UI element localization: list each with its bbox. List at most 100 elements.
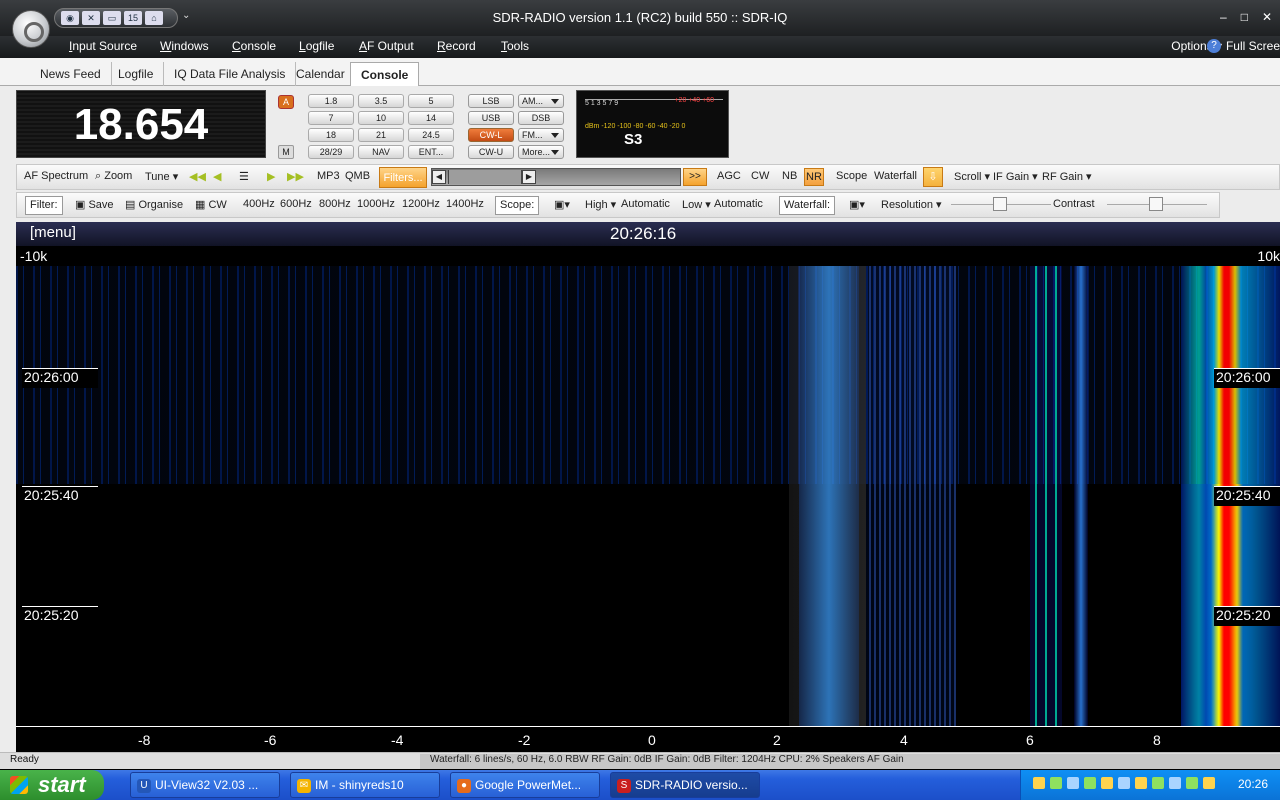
tray-icon[interactable]	[1135, 777, 1147, 789]
filter-1200hz[interactable]: 1200Hz	[402, 198, 440, 210]
organise-button[interactable]: ▤ Organise	[125, 198, 183, 211]
taskbar-ui-view32[interactable]: U UI-View32 V2.03 ...	[130, 772, 280, 798]
tuning-slider[interactable]: ◀ ▶	[431, 168, 681, 186]
mode-lsb-button[interactable]: LSB	[468, 94, 514, 108]
low-automatic-button[interactable]: Automatic	[714, 198, 763, 210]
mode-usb-button[interactable]: USB	[468, 111, 514, 125]
tray-icon[interactable]	[1033, 777, 1045, 789]
band-button-5[interactable]: 5	[408, 94, 454, 108]
mode-cw-l-button[interactable]: CW-L	[468, 128, 514, 142]
memory-badge[interactable]: M	[278, 145, 294, 159]
download-icon[interactable]: ⇩	[923, 167, 943, 187]
slider-left-arrow-icon[interactable]: ◀	[432, 170, 446, 184]
start-button[interactable]: start	[0, 770, 104, 800]
agc-button[interactable]: AGC	[717, 170, 741, 182]
tray-icon[interactable]	[1050, 777, 1062, 789]
band-button-3-5[interactable]: 3.5	[358, 94, 404, 108]
taskbar-google-powermeter[interactable]: ● Google PowerMet...	[450, 772, 600, 798]
contrast-slider[interactable]	[1107, 197, 1207, 211]
resolution-menu[interactable]: Resolution ▾	[881, 198, 942, 211]
zoom-button[interactable]: ⌕ Zoom	[95, 170, 132, 183]
rewind-fast-icon[interactable]: ◀◀	[189, 170, 206, 183]
tray-icon[interactable]	[1118, 777, 1130, 789]
af-spectrum-button[interactable]: AF Spectrum	[24, 170, 88, 182]
waterfall-plot[interactable]: 20:26:00 20:26:00 20:25:40 20:25:40 20:2…	[16, 266, 1280, 726]
band-button-10[interactable]: 10	[358, 111, 404, 125]
scroll-menu[interactable]: Scroll ▾	[954, 170, 990, 183]
cw-filter-button[interactable]: ▦ CW	[195, 198, 227, 211]
band-button-21[interactable]: 21	[358, 128, 404, 142]
close-button[interactable]: ✕	[1262, 10, 1272, 24]
menu-windows[interactable]: Windows	[160, 39, 209, 53]
band-button-28-29[interactable]: 28/29	[308, 145, 354, 159]
filter-1000hz[interactable]: 1000Hz	[357, 198, 395, 210]
mode-dsb-button[interactable]: DSB	[518, 111, 564, 125]
rf-gain-menu[interactable]: RF Gain ▾	[1042, 170, 1092, 183]
menu-input-source[interactable]: Input Source	[69, 39, 137, 53]
rewind-icon[interactable]: ◀	[213, 170, 221, 183]
band-button-ent[interactable]: ENT...	[408, 145, 454, 159]
qmb-button[interactable]: QMB	[345, 170, 370, 182]
tray-icon[interactable]	[1169, 777, 1181, 789]
nb-button[interactable]: NB	[782, 170, 797, 182]
band-button-7[interactable]: 7	[308, 111, 354, 125]
slider-thumb[interactable]	[448, 170, 522, 184]
band-button-nav[interactable]: NAV	[358, 145, 404, 159]
waterfall-settings-icon[interactable]: ▣▾	[849, 198, 865, 211]
mode-more-dropdown[interactable]: More...	[518, 145, 564, 159]
vfo-a-badge[interactable]: A	[278, 95, 294, 109]
menu-record[interactable]: Record	[437, 39, 476, 53]
list-icon[interactable]: ☰	[239, 170, 249, 183]
band-button-14[interactable]: 14	[408, 111, 454, 125]
nr-button[interactable]: NR	[804, 168, 824, 186]
display-menu-link[interactable]: [menu]	[30, 224, 76, 241]
resolution-slider-thumb[interactable]	[993, 197, 1007, 211]
filters-button[interactable]: Filters...	[379, 167, 427, 188]
tune-menu[interactable]: Tune ▾	[145, 170, 178, 183]
application-menu-button[interactable]	[12, 10, 50, 48]
filter-1400hz[interactable]: 1400Hz	[446, 198, 484, 210]
menu-logfile[interactable]: Logfile	[299, 39, 334, 53]
filter-800hz[interactable]: 800Hz	[319, 198, 351, 210]
if-gain-menu[interactable]: IF Gain ▾	[993, 170, 1038, 183]
contrast-slider-thumb[interactable]	[1149, 197, 1163, 211]
menu-console[interactable]: Console	[232, 39, 276, 53]
play-icon[interactable]: ▶	[267, 170, 275, 183]
slider-right-arrow-icon[interactable]: ▶	[522, 170, 536, 184]
filter-600hz[interactable]: 600Hz	[280, 198, 312, 210]
menu-tools[interactable]: Tools	[501, 39, 529, 53]
menu-af-output[interactable]: AF Output	[359, 39, 414, 53]
band-button-24-5[interactable]: 24.5	[408, 128, 454, 142]
taskbar-im[interactable]: ✉ IM - shinyreds10	[290, 772, 440, 798]
taskbar-sdr-radio[interactable]: S SDR-RADIO versio...	[610, 772, 760, 798]
scope-settings-icon[interactable]: ▣▾	[554, 198, 570, 211]
tab-news-feed[interactable]: News Feed	[30, 62, 112, 86]
spectrum-display[interactable]: [menu] 20:26:16 -10k 10k 20:26:00 20:26:…	[16, 222, 1280, 752]
tab-console[interactable]: Console	[350, 62, 420, 86]
high-automatic-button[interactable]: Automatic	[621, 198, 670, 210]
fast-forward-icon[interactable]: ▶▶	[287, 170, 304, 183]
band-button-1-8[interactable]: 1.8	[308, 94, 354, 108]
tray-icon[interactable]	[1203, 777, 1215, 789]
low-menu[interactable]: Low ▾	[682, 198, 711, 211]
mode-cw-u-button[interactable]: CW-U	[468, 145, 514, 159]
mode-fm-dropdown[interactable]: FM...	[518, 128, 564, 142]
high-menu[interactable]: High ▾	[585, 198, 616, 211]
filter-400hz[interactable]: 400Hz	[243, 198, 275, 210]
maximize-button[interactable]: □	[1241, 10, 1248, 24]
mode-am-dropdown[interactable]: AM...	[518, 94, 564, 108]
tray-icon[interactable]	[1084, 777, 1096, 789]
save-filter-button[interactable]: ▣ Save	[75, 198, 114, 211]
cw-toolbar-button[interactable]: CW	[751, 170, 769, 182]
tab-iq-data-file-analysis[interactable]: IQ Data File Analysis	[164, 62, 297, 86]
band-button-18[interactable]: 18	[308, 128, 354, 142]
tab-calendar[interactable]: Calendar	[286, 62, 356, 86]
resolution-slider[interactable]	[951, 197, 1051, 211]
tray-icon[interactable]	[1067, 777, 1079, 789]
tray-icon[interactable]	[1101, 777, 1113, 789]
mp3-button[interactable]: MP3	[317, 170, 340, 182]
minimize-button[interactable]: –	[1220, 10, 1227, 24]
waterfall-button[interactable]: Waterfall	[874, 170, 917, 182]
tray-icon[interactable]	[1186, 777, 1198, 789]
frequency-display[interactable]: 18.654	[16, 90, 266, 158]
